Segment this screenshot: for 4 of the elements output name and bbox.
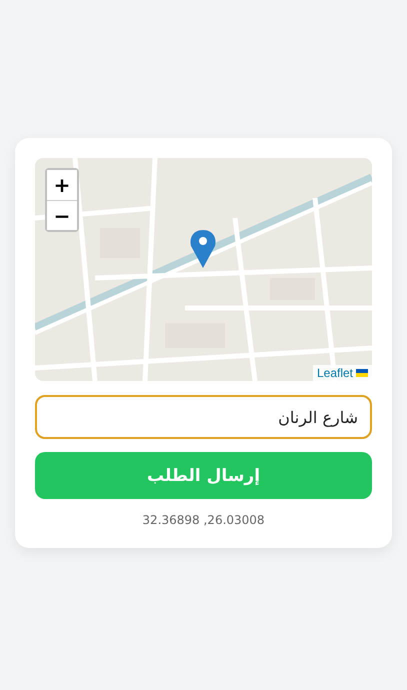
address-field[interactable]: شارع الرنان xyxy=(35,395,372,439)
flag-icon xyxy=(356,369,368,377)
zoom-out-button[interactable]: − xyxy=(47,200,77,230)
coordinates-text: 32.36898 ,26.03008 xyxy=(142,513,265,527)
